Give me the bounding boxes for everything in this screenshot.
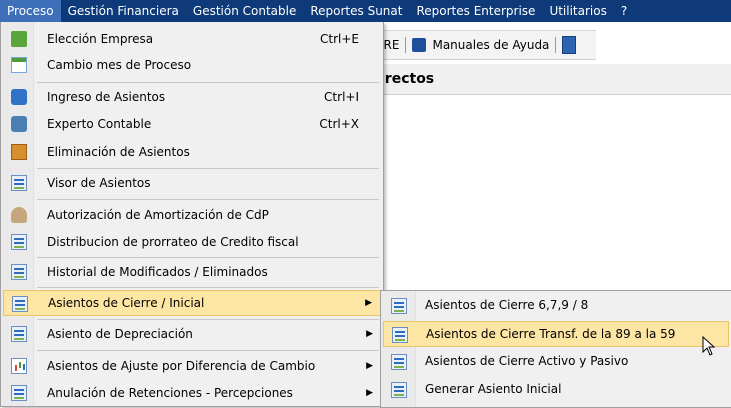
- submenu-item-label: Asientos de Cierre 6,7,9 / 8: [425, 298, 589, 312]
- menu-separator: [37, 199, 379, 200]
- menu-item-label: Distribucion de prorrateo de Credito fis…: [47, 235, 299, 249]
- menu-gestion-financiera[interactable]: Gestión Financiera: [61, 0, 186, 22]
- menu-item-ajuste-diferencia-cambio[interactable]: Asientos de Ajuste por Diferencia de Cam…: [3, 353, 381, 379]
- toolbar-separator: [555, 37, 557, 53]
- menu-help[interactable]: ?: [614, 0, 634, 22]
- submenu-item-label: Generar Asiento Inicial: [425, 382, 562, 396]
- menu-reportes-enterprise[interactable]: Reportes Enterprise: [409, 0, 542, 22]
- form-icon: [11, 175, 27, 191]
- submenu-item-generar-asiento-inicial[interactable]: Generar Asiento Inicial: [383, 377, 729, 403]
- menu-item-asiento-depreciacion[interactable]: Asiento de Depreciación ▶: [3, 321, 381, 347]
- person-icon: [11, 207, 27, 223]
- submenu-arrow-icon: ▶: [366, 361, 373, 371]
- chart-icon: [11, 358, 27, 374]
- menu-gestion-contable[interactable]: Gestión Contable: [186, 0, 303, 22]
- entry-icon: [11, 89, 27, 105]
- menu-item-autorizacion-amortizacion[interactable]: Autorización de Amortización de CdP: [3, 202, 381, 228]
- menu-item-historial[interactable]: Historial de Modificados / Eliminados: [3, 259, 381, 285]
- calendar-icon: [11, 57, 27, 73]
- submenu-arrow-icon: ▶: [366, 329, 373, 339]
- submenu-arrow-icon: ▶: [365, 298, 372, 308]
- form-icon: [11, 326, 27, 342]
- toolbar-separator: [405, 37, 407, 53]
- form-icon: [392, 327, 408, 343]
- submenu-item-label: Asientos de Cierre Activo y Pasivo: [425, 354, 629, 368]
- form-icon: [391, 382, 407, 398]
- company-icon: [11, 31, 27, 47]
- form-icon: [11, 234, 27, 250]
- form-icon: [12, 296, 28, 312]
- menu-separator: [37, 168, 379, 169]
- menu-utilitarios[interactable]: Utilitarios: [542, 0, 613, 22]
- menu-item-experto-contable[interactable]: Experto Contable Ctrl+X: [3, 111, 381, 137]
- menu-item-label: Asiento de Depreciación: [47, 327, 193, 341]
- menu-item-anulacion-retenciones[interactable]: Anulación de Retenciones - Percepciones …: [3, 380, 381, 406]
- proceso-dropdown: Elección Empresa Ctrl+E Cambio mes de Pr…: [0, 22, 384, 407]
- form-icon: [11, 264, 27, 280]
- shortcut-label: Ctrl+I: [324, 90, 359, 104]
- menu-separator: [37, 257, 379, 258]
- menu-separator: [37, 82, 379, 83]
- background-panel-title: irectos: [380, 64, 731, 95]
- menu-item-label: Experto Contable: [47, 117, 152, 131]
- menu-item-distribucion-prorrateo[interactable]: Distribucion de prorrateo de Credito fis…: [3, 229, 381, 255]
- background-toolbar: IRE Manuales de Ayuda: [380, 30, 596, 60]
- menu-item-label: Ingreso de Asientos: [47, 90, 166, 104]
- submenu-item-cierre-679-8[interactable]: Asientos de Cierre 6,7,9 / 8: [383, 293, 729, 319]
- menu-item-eliminacion-asientos[interactable]: Eliminación de Asientos: [3, 139, 381, 165]
- submenu-arrow-icon: ▶: [366, 388, 373, 398]
- submenu-item-cierre-activo-pasivo[interactable]: Asientos de Cierre Activo y Pasivo: [383, 349, 729, 375]
- menu-separator: [37, 319, 379, 320]
- menu-item-label: Cambio mes de Proceso: [47, 58, 192, 72]
- menu-item-label: Asientos de Ajuste por Diferencia de Cam…: [47, 359, 316, 373]
- cierre-submenu: Asientos de Cierre 6,7,9 / 8 Asientos de…: [380, 290, 731, 408]
- menu-item-cambio-mes[interactable]: Cambio mes de Proceso: [3, 52, 381, 78]
- menu-bar: Proceso Gestión Financiera Gestión Conta…: [0, 0, 731, 22]
- manual-book-icon[interactable]: [412, 38, 427, 52]
- menu-item-eleccion-empresa[interactable]: Elección Empresa Ctrl+E: [3, 26, 381, 52]
- menu-separator: [37, 350, 379, 351]
- menu-item-ingreso-asientos[interactable]: Ingreso de Asientos Ctrl+I: [3, 84, 381, 110]
- form-icon: [391, 298, 407, 314]
- menu-item-label: Asientos de Cierre / Inicial: [48, 296, 205, 310]
- menu-reportes-sunat[interactable]: Reportes Sunat: [303, 0, 409, 22]
- menu-proceso[interactable]: Proceso: [0, 0, 61, 22]
- menu-item-visor-asientos[interactable]: Visor de Asientos: [3, 170, 381, 196]
- mouse-cursor-icon: [702, 336, 716, 356]
- form-icon: [391, 354, 407, 370]
- form-icon: [11, 385, 27, 401]
- submenu-item-label: Asientos de Cierre Transf. de la 89 a la…: [426, 327, 676, 341]
- menu-item-asientos-cierre-inicial[interactable]: Asientos de Cierre / Inicial ▶: [3, 290, 381, 316]
- clipboard-icon: [11, 144, 27, 160]
- submenu-item-cierre-transf-89-59[interactable]: Asientos de Cierre Transf. de la 89 a la…: [383, 321, 729, 347]
- menu-item-label: Eliminación de Asientos: [47, 145, 190, 159]
- menu-item-label: Anulación de Retenciones - Percepciones: [47, 386, 293, 400]
- exit-door-icon[interactable]: [562, 36, 577, 54]
- menu-item-label: Elección Empresa: [47, 32, 154, 46]
- panel-title-fragment: irectos: [380, 71, 435, 87]
- menu-separator: [37, 287, 379, 288]
- menu-item-label: Historial de Modificados / Eliminados: [47, 265, 268, 279]
- shortcut-label: Ctrl+X: [319, 117, 359, 131]
- expert-icon: [11, 116, 27, 132]
- menu-item-label: Autorización de Amortización de CdP: [47, 208, 269, 222]
- manuals-button[interactable]: Manuales de Ayuda: [432, 38, 549, 52]
- menu-item-label: Visor de Asientos: [47, 176, 151, 190]
- shortcut-label: Ctrl+E: [320, 32, 359, 46]
